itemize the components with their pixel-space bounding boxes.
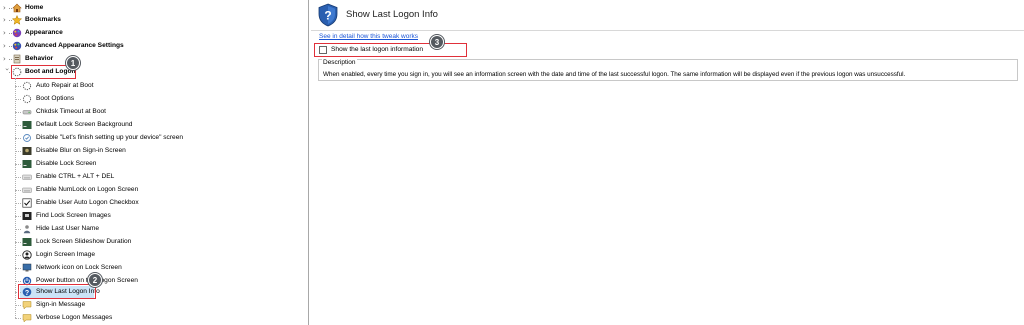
tree-item-label: Login Screen Image [36,251,96,258]
tree-item-auto-repair-at-boot[interactable]: Auto Repair at Boot [15,80,305,92]
home-icon [12,3,22,13]
callout-step-1: 1 [66,56,80,70]
navigation-tree[interactable]: › Home › Bookmarks › Appearance › Advanc… [0,0,309,325]
description-legend: Description [322,59,357,67]
tree-item-label: Find Lock Screen Images [36,212,111,219]
tree-item-label: Enable User Auto Logon Checkbox [36,199,139,206]
tree-item-label: Home [25,4,44,11]
tree-item-verbose-logon-messages[interactable]: Verbose Logon Messages [15,312,305,324]
tree-item-appearance[interactable]: › Appearance [0,27,300,39]
tree-item-label: Default Lock Screen Background [36,121,133,128]
tree-item-label: Sign-in Message [36,301,86,308]
tree-item-default-lock-screen-bg[interactable]: Default Lock Screen Background [15,119,305,131]
tree-item-behavior[interactable]: › Behavior [0,53,300,65]
tree-item-advanced-appearance[interactable]: › Advanced Appearance Settings [0,40,300,52]
tree-item-label: Bookmarks [25,16,61,23]
tree-item-label: Lock Screen Slideshow Duration [36,238,132,245]
tree-item-enable-ctrl-alt-del[interactable]: Enable CTRL + ALT + DEL [15,171,305,183]
tree-item-disable-finish-setup[interactable]: Disable "Let's finish setting up your de… [15,132,305,144]
tree-item-enable-numlock[interactable]: Enable NumLock on Logon Screen [15,184,305,196]
description-text: When enabled, every time you sign in, yo… [323,71,906,78]
tree-item-disable-lock-screen[interactable]: Disable Lock Screen [15,158,305,170]
keyboard-icon [22,172,32,182]
checkbox-icon [22,198,32,208]
setup-icon [22,133,32,143]
tree-item-label: Chkdsk Timeout at Boot [36,108,107,115]
tree-item-label: Hide Last User Name [36,225,100,232]
tree-item-bookmarks[interactable]: › Bookmarks [0,14,300,26]
callout-step-3: 3 [430,35,444,49]
tree-item-label: Verbose Logon Messages [36,314,113,321]
highlight-box-checkbox [314,43,467,57]
blur-icon [22,146,32,156]
behavior-icon [12,54,22,64]
highlight-box-show-last-logon-info [18,284,96,299]
tree-item-boot-options[interactable]: Boot Options [15,93,305,105]
advanced-appearance-icon [12,41,22,51]
tree-item-network-icon-lock-screen[interactable]: Network icon on Lock Screen [15,262,305,274]
appearance-icon [12,28,22,38]
detail-pane: ? Show Last Logon Info See in detail how… [311,0,1024,325]
lock-screen-icon [22,159,32,169]
tree-item-disable-blur[interactable]: Disable Blur on Sign-in Screen [15,145,305,157]
shield-question-icon: ? [316,3,340,27]
tree-item-find-lock-screen-images[interactable]: Find Lock Screen Images [15,210,305,222]
svg-text:?: ? [324,9,331,23]
tweak-details-link[interactable]: See in detail how this tweak works [319,33,418,40]
tree-item-label: Disable "Let's finish setting up your de… [36,134,184,141]
tree-item-label: Appearance [25,29,63,36]
tree-item-label: Enable CTRL + ALT + DEL [36,173,115,180]
tree-item-chkdsk-timeout[interactable]: Chkdsk Timeout at Boot [15,106,305,118]
tree-item-label: Network icon on Lock Screen [36,264,122,271]
tree-item-label: Auto Repair at Boot [36,82,94,89]
lock-screen-icon [22,237,32,247]
tree-item-label: Boot Options [36,95,75,102]
network-icon [22,263,32,273]
detail-header: ? Show Last Logon Info [311,0,1024,31]
user-icon [22,224,32,234]
tree-item-label: Disable Blur on Sign-in Screen [36,147,126,154]
spinner-icon [22,81,32,91]
tree-item-home[interactable]: › Home [0,2,300,14]
description-group: Description When enabled, every time you… [318,59,1018,81]
tree-item-slideshow-duration[interactable]: Lock Screen Slideshow Duration [15,236,305,248]
image-folder-icon [22,211,32,221]
lock-screen-icon [22,120,32,130]
drive-icon [22,107,32,117]
page-title: Show Last Logon Info [346,9,438,20]
tree-item-label: Behavior [25,55,54,62]
winaero-tweaker-window: › Home › Bookmarks › Appearance › Advanc… [0,0,1024,325]
star-icon [12,15,22,25]
message-icon [22,313,32,323]
message-icon [22,300,32,310]
highlight-box-boot-and-logon [11,65,76,79]
spinner-icon [22,94,32,104]
tree-item-label: Advanced Appearance Settings [25,42,124,49]
keyboard-icon [22,185,32,195]
tree-item-login-screen-image[interactable]: Login Screen Image [15,249,305,261]
user-circle-icon [22,250,32,260]
tree-item-enable-auto-logon[interactable]: Enable User Auto Logon Checkbox [15,197,305,209]
callout-step-2: 2 [88,273,102,287]
tree-item-label: Enable NumLock on Logon Screen [36,186,139,193]
tree-item-hide-last-user-name[interactable]: Hide Last User Name [15,223,305,235]
tree-item-label: Disable Lock Screen [36,160,97,167]
tree-item-sign-in-message[interactable]: Sign-in Message [15,299,305,311]
